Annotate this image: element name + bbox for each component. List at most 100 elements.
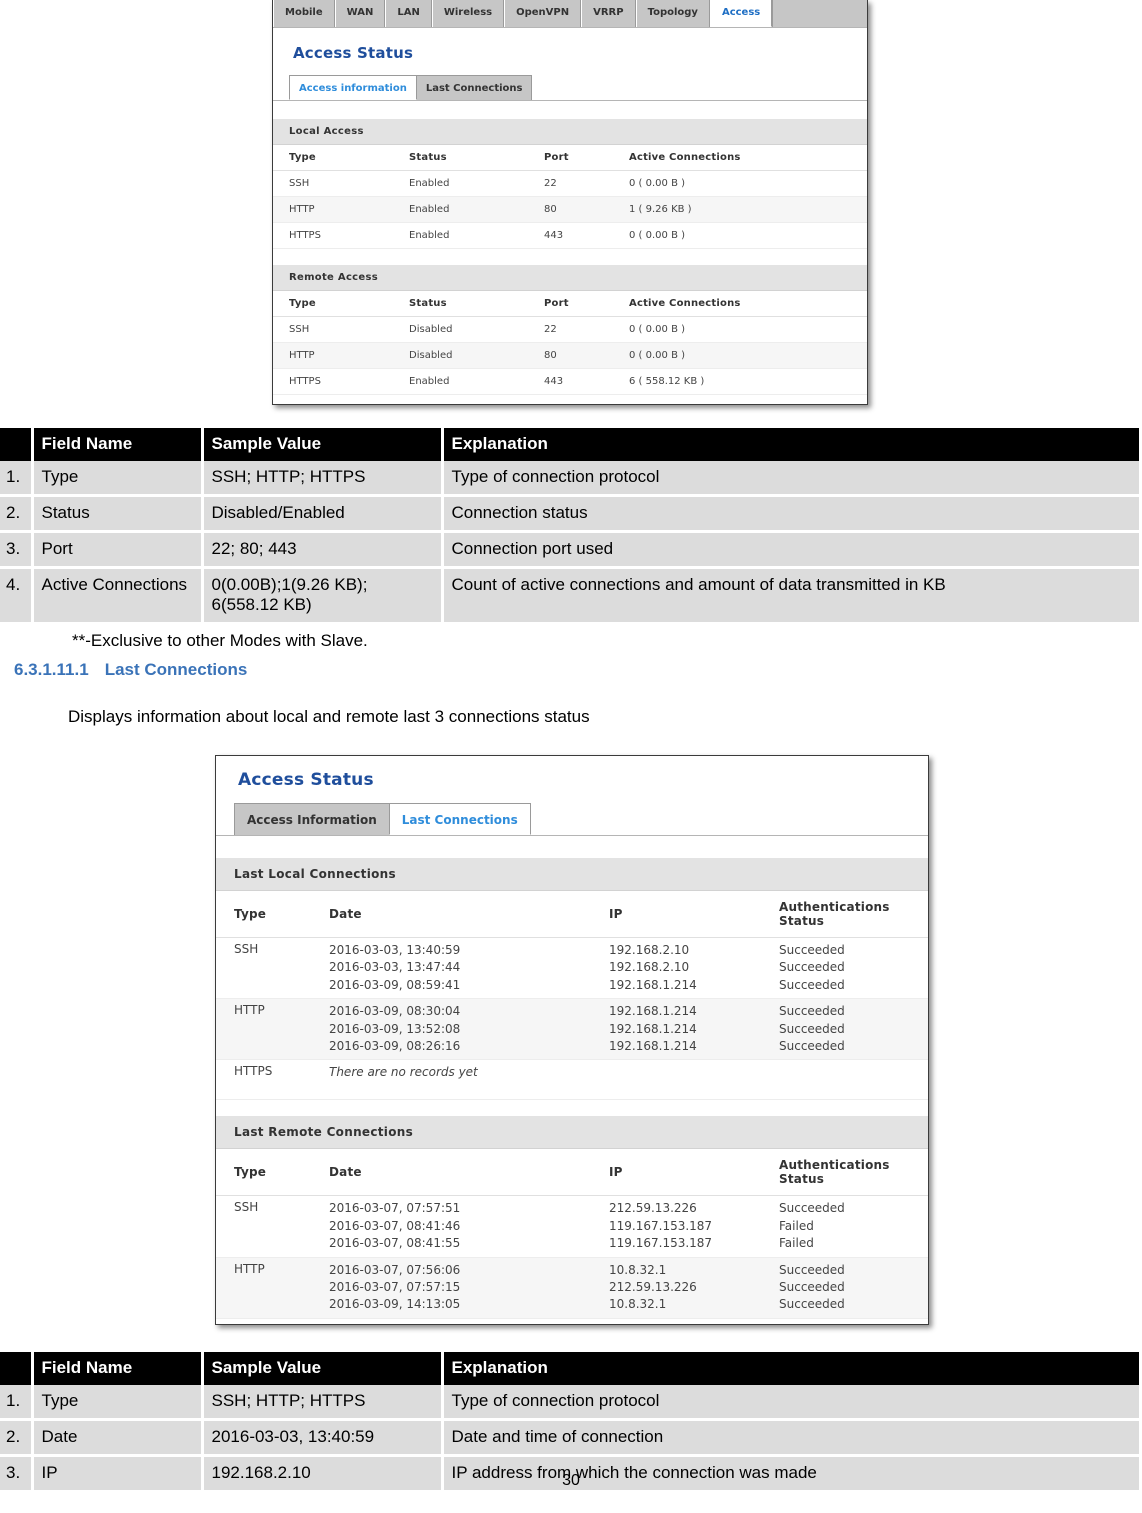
footnote-exclusive-modes: **-Exclusive to other Modes with Slave.	[72, 631, 368, 650]
col-port: Port	[528, 145, 613, 171]
col-active-connections: Active Connections	[613, 291, 867, 317]
col-active-connections: Active Connections	[613, 145, 867, 171]
col-type: Type	[216, 891, 311, 938]
nav-tab-lan[interactable]: LAN	[385, 0, 432, 27]
table-row: HTTPS Enabled 443 0 ( 0.00 B )	[273, 222, 867, 249]
cell-index: 2.	[0, 1419, 34, 1457]
cell-type: SSH	[273, 316, 393, 343]
cell-type: HTTP	[216, 1257, 311, 1319]
table-row: 1. Type SSH; HTTP; HTTPS Type of connect…	[0, 461, 1142, 497]
nav-tab-vrrp[interactable]: VRRP	[581, 0, 636, 27]
nav-tab-filler	[772, 0, 867, 27]
table-header-row: Type Status Port Active Connections	[273, 145, 867, 171]
col-date: Date	[311, 891, 591, 938]
cell-active-connections: 1 ( 9.26 KB )	[613, 196, 867, 223]
cell-sample-value: 22; 80; 443	[202, 531, 444, 569]
table-header-row: Type Date IP Authentications Status	[216, 1149, 928, 1197]
cell-index: 4.	[0, 567, 34, 625]
nav-tab-wan[interactable]: WAN	[334, 0, 386, 27]
cell-port: 80	[528, 196, 613, 223]
cell-field-name: Status	[32, 495, 204, 533]
cell-index: 1.	[0, 461, 34, 497]
nav-tab-mobile[interactable]: Mobile	[273, 0, 335, 27]
cell-sample-value: SSH; HTTP; HTTPS	[202, 1385, 444, 1421]
table-row: HTTPS There are no records yet.	[216, 1318, 928, 1324]
cell-field-name: Port	[32, 531, 204, 569]
cell-type: HTTPS	[273, 222, 393, 249]
cell-explanation: Connection port used	[442, 531, 1142, 569]
col-index	[0, 428, 34, 461]
table-row: HTTPS Enabled 443 6 ( 558.12 KB )	[273, 368, 867, 395]
col-index	[0, 1352, 34, 1385]
access-information-field-table-wrap: Field Name Sample Value Explanation 1. T…	[0, 428, 1142, 651]
cell-type: HTTP	[216, 998, 311, 1061]
cell-type: SSH	[216, 1195, 311, 1258]
cell-index: 1.	[0, 1385, 34, 1421]
table-row: 2. Date 2016-03-03, 13:40:59 Date and ti…	[0, 1419, 1142, 1457]
table-row: 2. Status Disabled/Enabled Connection st…	[0, 495, 1142, 533]
cell-no-records: There are no records yet	[311, 1059, 928, 1101]
table-row: 3. Port 22; 80; 443 Connection port used	[0, 531, 1142, 569]
router-nav-tabs[interactable]: Mobile WAN LAN Wireless OpenVPN VRRP Top…	[273, 0, 867, 28]
table-row: HTTP Enabled 80 1 ( 9.26 KB )	[273, 196, 867, 223]
cell-active-connections: 6 ( 558.12 KB )	[613, 368, 867, 395]
cell-sample-value: SSH; HTTP; HTTPS	[202, 461, 444, 497]
col-authentications-status: Authentications Status	[761, 1149, 928, 1197]
remote-access-table: Type Status Port Active Connections SSH …	[273, 291, 867, 395]
col-ip: IP	[591, 1149, 761, 1197]
sub-tab-last-connections[interactable]: Last Connections	[388, 803, 531, 835]
sub-tab-access-information[interactable]: Access information	[289, 75, 417, 100]
cell-field-name: Type	[32, 1385, 204, 1421]
local-access-table: Type Status Port Active Connections SSH …	[273, 145, 867, 249]
cell-field-name: Type	[32, 461, 204, 497]
cell-active-connections: 0 ( 0.00 B )	[613, 342, 867, 369]
cell-active-connections: 0 ( 0.00 B )	[613, 170, 867, 197]
cell-no-records: There are no records yet.	[311, 1318, 928, 1324]
cell-date-list: 2016-03-07, 07:56:06 2016-03-07, 07:57:15…	[311, 1257, 591, 1319]
table-row: SSH 2016-03-03, 13:40:59 2016-03-03, 13:4…	[216, 937, 928, 1000]
table-header-row: Type Date IP Authentications Status	[216, 891, 928, 938]
cell-sample-value: Disabled/Enabled	[202, 495, 444, 533]
col-sample-value: Sample Value	[202, 428, 444, 461]
cell-type: HTTP	[273, 342, 393, 369]
cell-active-connections: 0 ( 0.00 B )	[613, 316, 867, 343]
col-explanation: Explanation	[442, 428, 1142, 461]
cell-type: HTTP	[273, 196, 393, 223]
cell-port: 443	[528, 222, 613, 249]
col-status: Status	[393, 291, 528, 317]
col-type: Type	[273, 145, 393, 171]
cell-status: Enabled	[393, 368, 528, 395]
refresh-bar: Refresh	[273, 395, 867, 404]
cell-index: 3.	[0, 531, 34, 569]
access-sub-tabs[interactable]: Access information Last Connections	[273, 75, 867, 101]
sub-tab-access-information[interactable]: Access Information	[234, 803, 390, 835]
nav-tab-openvpn[interactable]: OpenVPN	[504, 0, 582, 27]
col-explanation: Explanation	[442, 1352, 1142, 1385]
cell-index: 2.	[0, 495, 34, 533]
cell-status-list: Succeeded Failed Failed	[761, 1195, 928, 1258]
table-row: SSH Enabled 22 0 ( 0.00 B )	[273, 170, 867, 197]
nav-tab-topology[interactable]: Topology	[635, 0, 710, 27]
col-port: Port	[528, 291, 613, 317]
nav-tab-access[interactable]: Access	[709, 0, 773, 27]
cell-status: Enabled	[393, 196, 528, 223]
page-number: 30	[562, 1472, 580, 1489]
cell-explanation: Connection status	[442, 495, 1142, 533]
cell-type: SSH	[216, 937, 311, 1000]
cell-explanation: Type of connection protocol	[442, 461, 1142, 497]
cell-port: 22	[528, 316, 613, 343]
sub-tab-last-connections[interactable]: Last Connections	[415, 75, 533, 100]
cell-ip-list: 212.59.13.226 119.167.153.187 119.167.153.…	[591, 1195, 761, 1258]
table-row: SSH Disabled 22 0 ( 0.00 B )	[273, 316, 867, 343]
section-heading-last-local-connections: Last Local Connections	[216, 858, 928, 891]
col-sample-value: Sample Value	[202, 1352, 444, 1385]
nav-tab-wireless[interactable]: Wireless	[431, 0, 505, 27]
section-heading-local-access: Local Access	[273, 119, 867, 145]
access-sub-tabs[interactable]: Access Information Last Connections	[216, 803, 928, 836]
cell-field-name: Date	[32, 1419, 204, 1457]
cell-type: HTTPS	[216, 1059, 311, 1101]
cell-ip-list: 192.168.1.214 192.168.1.214 192.168.1.214	[591, 998, 761, 1061]
cell-status: Disabled	[393, 342, 528, 369]
section-description: Displays information about local and rem…	[68, 707, 590, 726]
table-row: 1. Type SSH; HTTP; HTTPS Type of connect…	[0, 1385, 1142, 1421]
